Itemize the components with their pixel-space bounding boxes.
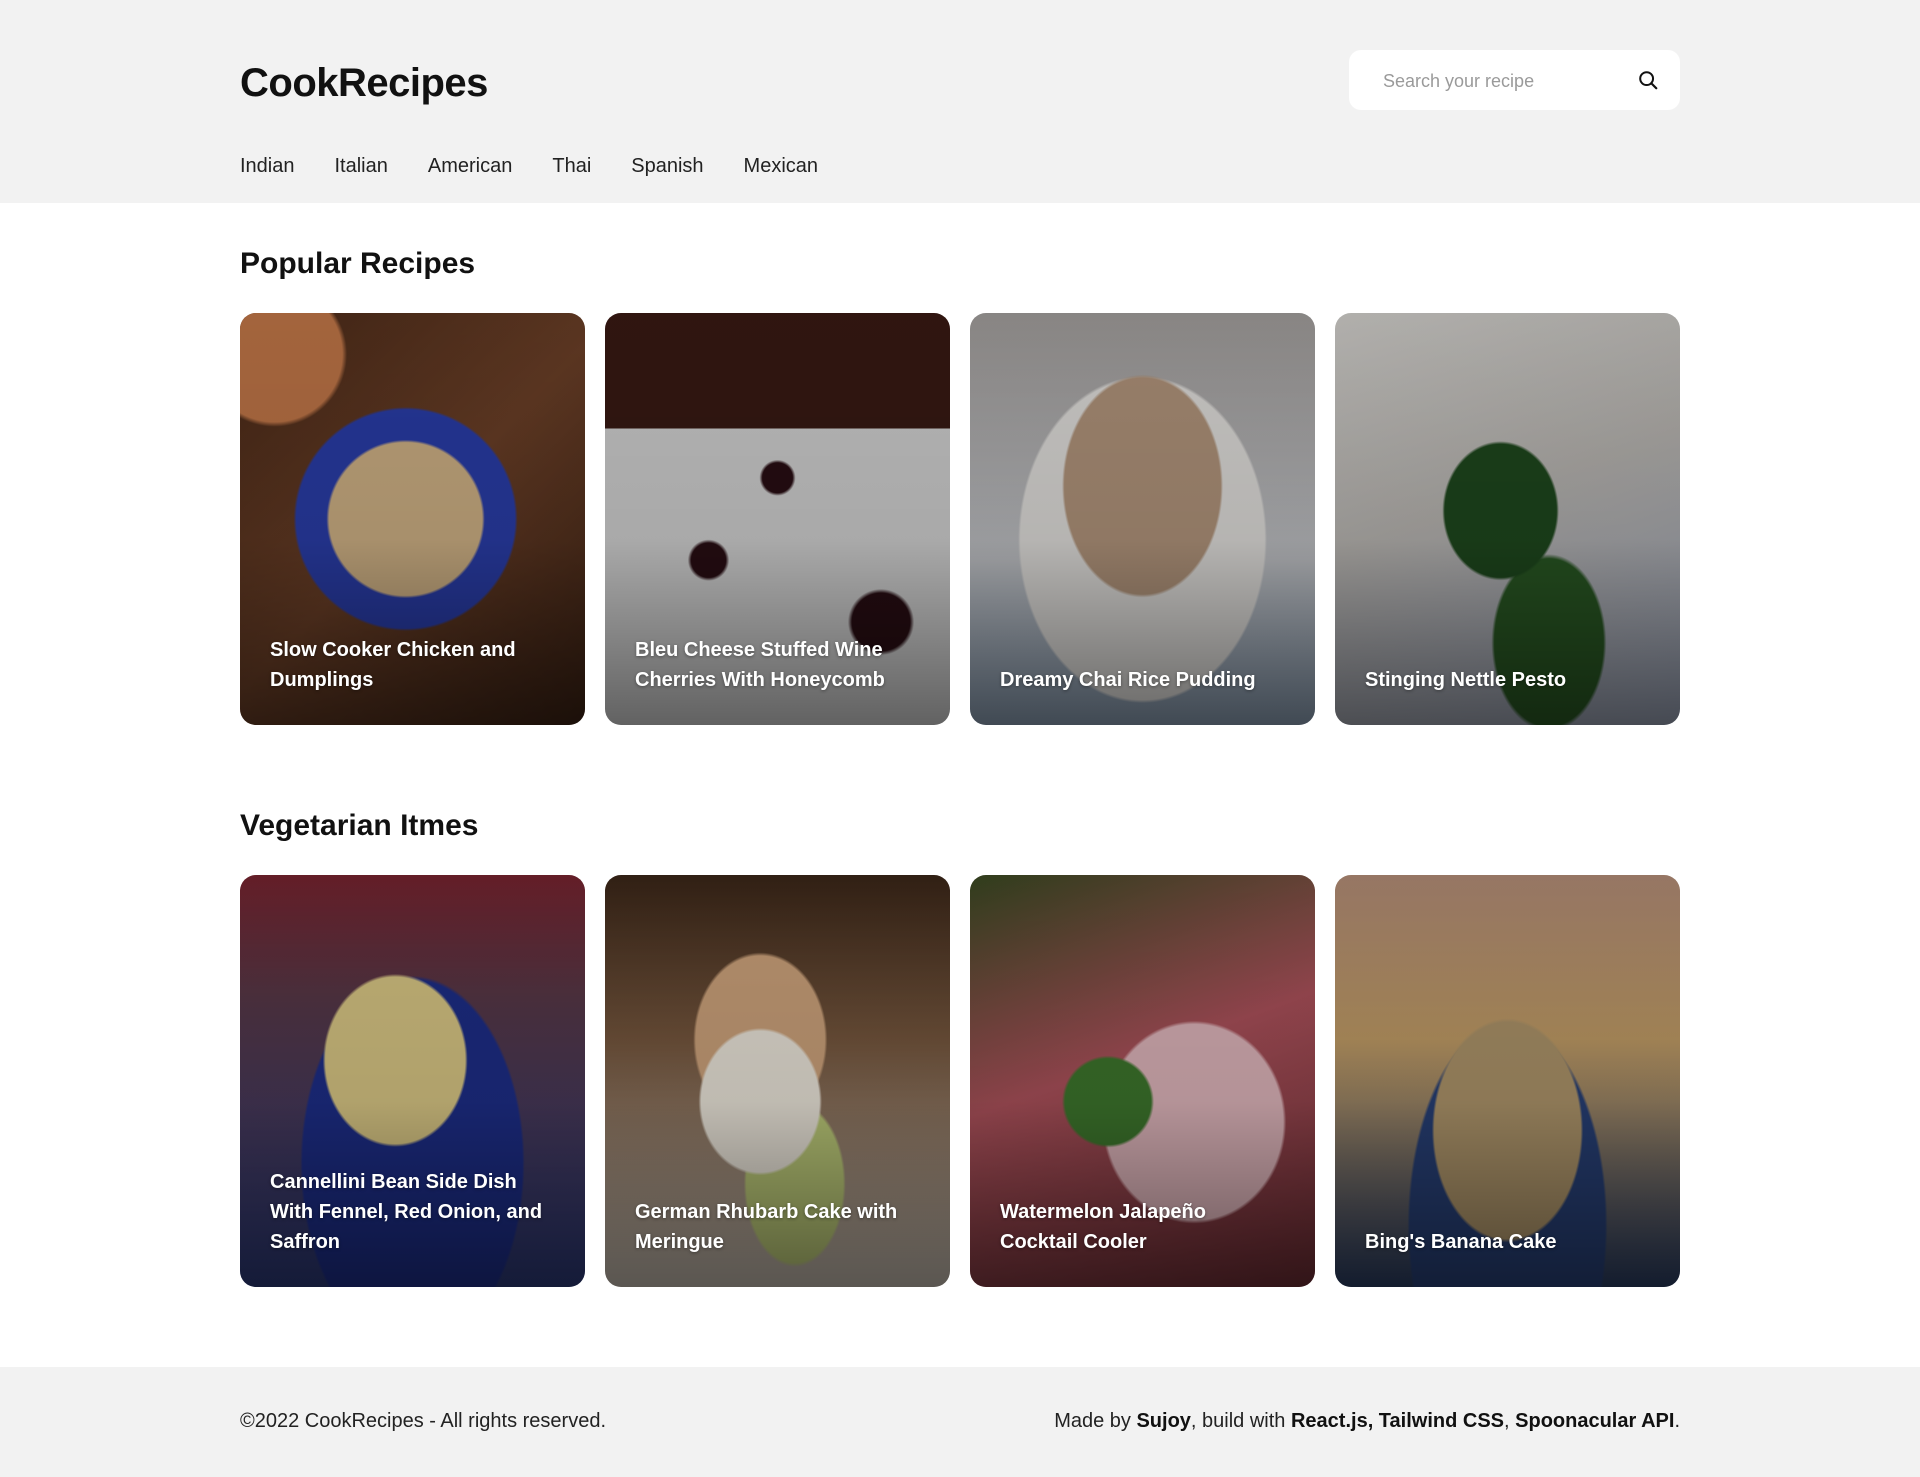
- credits-separator: ,: [1504, 1410, 1516, 1432]
- author-link[interactable]: Sujoy: [1136, 1410, 1190, 1432]
- search-button[interactable]: [1634, 66, 1662, 94]
- popular-recipes-row: Slow Cooker Chicken and Dumplings Bleu C…: [240, 313, 1680, 725]
- recipe-title: Bleu Cheese Stuffed Wine Cherries With H…: [635, 639, 885, 691]
- recipe-title: Bing's Banana Cake: [1365, 1231, 1557, 1253]
- recipe-title: Slow Cooker Chicken and Dumplings: [270, 639, 516, 691]
- credits-end: .: [1674, 1410, 1680, 1432]
- recipe-title: Cannellini Bean Side Dish With Fennel, R…: [270, 1171, 543, 1253]
- cuisine-nav: Indian Italian American Thai Spanish Mex…: [240, 152, 818, 180]
- site-header: CookRecipes Indian Italian American Thai…: [0, 0, 1920, 203]
- tech-stack-link[interactable]: React.js, Tailwind CSS: [1291, 1410, 1504, 1432]
- recipe-card[interactable]: Stinging Nettle Pesto: [1335, 313, 1680, 725]
- nav-link-american[interactable]: American: [428, 152, 512, 180]
- recipe-title: Stinging Nettle Pesto: [1365, 669, 1567, 691]
- recipe-card[interactable]: Cannellini Bean Side Dish With Fennel, R…: [240, 875, 585, 1287]
- recipe-card[interactable]: Bleu Cheese Stuffed Wine Cherries With H…: [605, 313, 950, 725]
- site-logo[interactable]: CookRecipes: [240, 56, 488, 110]
- vegetarian-recipes-row: Cannellini Bean Side Dish With Fennel, R…: [240, 875, 1680, 1287]
- recipe-card[interactable]: Bing's Banana Cake: [1335, 875, 1680, 1287]
- nav-link-indian[interactable]: Indian: [240, 152, 295, 180]
- search-icon: [1639, 71, 1658, 90]
- site-footer: ©2022 CookRecipes - All rights reserved.…: [0, 1367, 1920, 1477]
- nav-link-spanish[interactable]: Spanish: [631, 152, 703, 180]
- credits-text: Made by Sujoy, build with React.js, Tail…: [1054, 1407, 1680, 1435]
- search-input[interactable]: [1383, 68, 1613, 94]
- search-box: [1349, 50, 1680, 110]
- api-link[interactable]: Spoonacular API: [1515, 1410, 1674, 1432]
- recipe-title: German Rhubarb Cake with Meringue: [635, 1201, 898, 1253]
- recipe-card[interactable]: Slow Cooker Chicken and Dumplings: [240, 313, 585, 725]
- copyright-text: ©2022 CookRecipes - All rights reserved.: [240, 1410, 607, 1432]
- recipe-card[interactable]: Watermelon Jalapeño Cocktail Cooler: [970, 875, 1315, 1287]
- recipe-card[interactable]: Dreamy Chai Rice Pudding: [970, 313, 1315, 725]
- section-title-vegetarian: Vegetarian Itmes: [240, 809, 479, 842]
- credits-prefix: Made by: [1054, 1410, 1137, 1432]
- recipe-title: Watermelon Jalapeño Cocktail Cooler: [1000, 1201, 1206, 1253]
- nav-link-mexican[interactable]: Mexican: [744, 152, 818, 180]
- recipe-card[interactable]: German Rhubarb Cake with Meringue: [605, 875, 950, 1287]
- nav-link-italian[interactable]: Italian: [335, 152, 388, 180]
- recipe-title: Dreamy Chai Rice Pudding: [1000, 669, 1256, 691]
- nav-link-thai[interactable]: Thai: [552, 152, 591, 180]
- credits-build-with: , build with: [1190, 1410, 1291, 1432]
- section-title-popular: Popular Recipes: [240, 247, 476, 280]
